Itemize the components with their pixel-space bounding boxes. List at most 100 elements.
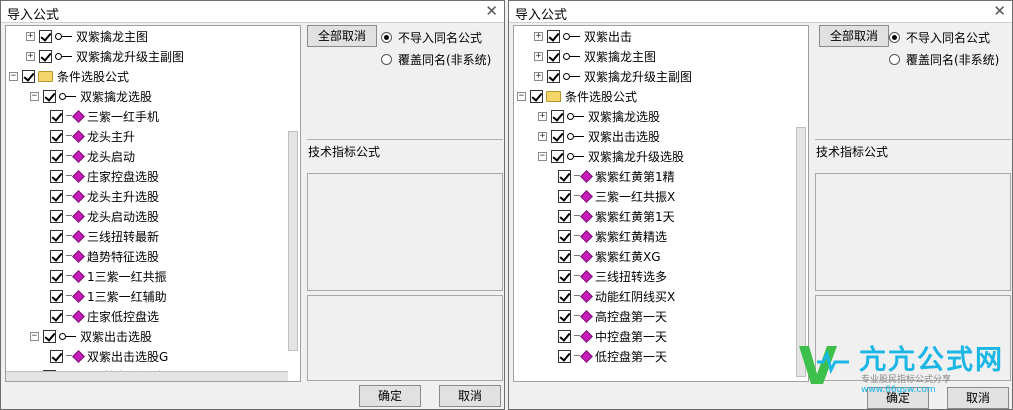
tree-checkbox[interactable]: [551, 149, 564, 163]
tree-checkbox[interactable]: [22, 69, 35, 83]
tree-checkbox[interactable]: [558, 169, 571, 183]
expand-icon[interactable]: +: [26, 31, 35, 41]
tree-item[interactable]: + 双紫擒龙升级主副图: [534, 66, 692, 86]
expand-icon[interactable]: +: [538, 131, 547, 141]
tree-item[interactable]: 三紫一红共振X: [558, 186, 675, 206]
tree-item[interactable]: + 双紫擒龙升级主副图: [26, 46, 184, 66]
close-icon[interactable]: ✕: [485, 2, 498, 20]
tree-checkbox[interactable]: [547, 49, 560, 63]
radio-label: 不导入同名公式: [906, 31, 991, 45]
ok-button[interactable]: 确定: [359, 385, 421, 407]
tree-item[interactable]: 低控盘第一天: [558, 346, 667, 366]
tree-item[interactable]: 龙头启动: [50, 146, 135, 166]
tree-item-label: 庄家低控盘选: [87, 309, 160, 324]
tree-item[interactable]: − 双紫擒龙选股: [30, 86, 152, 106]
tree-item[interactable]: 紫紫红黄精选: [558, 226, 667, 246]
tree-item[interactable]: + 双紫擒龙主图: [534, 46, 656, 66]
close-icon[interactable]: ✕: [993, 2, 1006, 20]
tree-checkbox[interactable]: [547, 69, 560, 83]
tree-checkbox[interactable]: [50, 169, 63, 183]
tree-checkbox[interactable]: [530, 89, 543, 103]
expand-icon[interactable]: +: [534, 71, 543, 81]
tree-item[interactable]: 三线扭转选多: [558, 266, 667, 286]
expand-icon[interactable]: +: [538, 111, 547, 121]
tree-checkbox[interactable]: [50, 189, 63, 203]
tree-item[interactable]: + 双紫擒龙选股: [538, 106, 660, 126]
cancel-button[interactable]: 取消: [439, 385, 501, 407]
tree-checkbox[interactable]: [50, 249, 63, 263]
tree-checkbox[interactable]: [558, 189, 571, 203]
tree-item[interactable]: − 双紫出击选股: [30, 326, 152, 346]
tree-checkbox[interactable]: [39, 49, 52, 63]
collapse-icon[interactable]: −: [30, 91, 39, 101]
tree-checkbox[interactable]: [50, 149, 63, 163]
tree-checkbox[interactable]: [558, 309, 571, 323]
tree-checkbox[interactable]: [558, 289, 571, 303]
key-icon: [55, 31, 73, 41]
radio-overwrite-same-name[interactable]: 覆盖同名(非系统): [381, 51, 491, 68]
radio-no-import-same-name[interactable]: 不导入同名公式: [381, 29, 482, 46]
tree-checkbox[interactable]: [43, 89, 56, 103]
collapse-icon[interactable]: −: [517, 91, 526, 101]
formula-tree[interactable]: + 双紫擒龙主图 + 双紫擒龙升级主副图 − 条件选股公式 − 双紫擒龙选股三紫一红手机龙头主…: [5, 25, 301, 382]
tree-horizontal-scrollbar[interactable]: [6, 371, 288, 381]
cancel-all-button[interactable]: 全部取消: [307, 25, 377, 47]
brand-logo-icon: [799, 346, 849, 384]
tree-checkbox[interactable]: [558, 349, 571, 363]
tree-item[interactable]: 三紫一红手机: [50, 106, 159, 126]
tree-checkbox[interactable]: [50, 129, 63, 143]
tree-item[interactable]: 三线扭转最新: [50, 226, 159, 246]
tree-item[interactable]: + 双紫出击: [534, 26, 632, 46]
tree-item[interactable]: 庄家控盘选股: [50, 166, 159, 186]
tree-item[interactable]: 龙头主升选股: [50, 186, 159, 206]
tree-item[interactable]: 高控盘第一天: [558, 306, 667, 326]
tree-checkbox[interactable]: [558, 329, 571, 343]
tree-checkbox[interactable]: [558, 249, 571, 263]
tree-checkbox[interactable]: [50, 309, 63, 323]
tree-item[interactable]: 1三紫一红辅助: [50, 286, 167, 306]
collapse-icon[interactable]: −: [9, 71, 18, 81]
tree-item[interactable]: − 条件选股公式: [9, 66, 129, 86]
collapse-icon[interactable]: −: [538, 151, 547, 161]
tree-checkbox[interactable]: [43, 329, 56, 343]
tree-item[interactable]: 1三紫一红共振: [50, 266, 167, 286]
tree-item[interactable]: 双紫出击选股G: [50, 346, 168, 366]
tree-item[interactable]: 中控盘第一天: [558, 326, 667, 346]
tree-item[interactable]: 龙头主升: [50, 126, 135, 146]
tree-checkbox[interactable]: [551, 129, 564, 143]
formula-tree[interactable]: + 双紫出击 + 双紫擒龙主图 + 双紫擒龙升级主副图 − 条件选股公式 + 双紫擒龙选股 + 双紫出…: [513, 25, 809, 382]
tree-checkbox[interactable]: [551, 109, 564, 123]
tree-checkbox[interactable]: [50, 229, 63, 243]
tree-checkbox[interactable]: [50, 289, 63, 303]
tree-item[interactable]: 动能红阴线买X: [558, 286, 675, 306]
tree-item[interactable]: 紫紫红黄第1天: [558, 206, 675, 226]
tree-checkbox[interactable]: [547, 29, 560, 43]
tree-checkbox[interactable]: [558, 229, 571, 243]
tree-checkbox[interactable]: [558, 209, 571, 223]
tree-checkbox[interactable]: [39, 29, 52, 43]
cancel-all-button[interactable]: 全部取消: [819, 25, 889, 47]
tree-item[interactable]: 龙头启动选股: [50, 206, 159, 226]
tree-item[interactable]: − 双紫擒龙升级选股: [538, 146, 684, 166]
tree-item[interactable]: − 条件选股公式: [517, 86, 637, 106]
expand-icon[interactable]: +: [26, 51, 35, 61]
tree-item-label: 三紫一红手机: [87, 109, 160, 124]
radio-overwrite-same-name[interactable]: 覆盖同名(非系统): [889, 51, 999, 68]
tree-item[interactable]: + 双紫擒龙主图: [26, 26, 148, 46]
tree-item[interactable]: 紫紫红黄XG: [558, 246, 661, 266]
tree-item[interactable]: 庄家低控盘选: [50, 306, 159, 326]
tree-checkbox[interactable]: [50, 349, 63, 363]
tree-item[interactable]: + 双紫出击选股: [538, 126, 660, 146]
expand-icon[interactable]: +: [534, 51, 543, 61]
tree-item[interactable]: 趋势特征选股: [50, 246, 159, 266]
tree-checkbox[interactable]: [50, 269, 63, 283]
tree-checkbox[interactable]: [558, 269, 571, 283]
collapse-icon[interactable]: −: [30, 331, 39, 341]
tree-item[interactable]: 紫紫红黄第1精: [558, 166, 675, 186]
expand-icon[interactable]: +: [534, 31, 543, 41]
tree-vertical-scrollbar[interactable]: [288, 131, 298, 351]
tree-item-label: 紫紫红黄精选: [595, 229, 668, 244]
tree-checkbox[interactable]: [50, 209, 63, 223]
tree-checkbox[interactable]: [50, 109, 63, 123]
radio-no-import-same-name[interactable]: 不导入同名公式: [889, 29, 990, 46]
